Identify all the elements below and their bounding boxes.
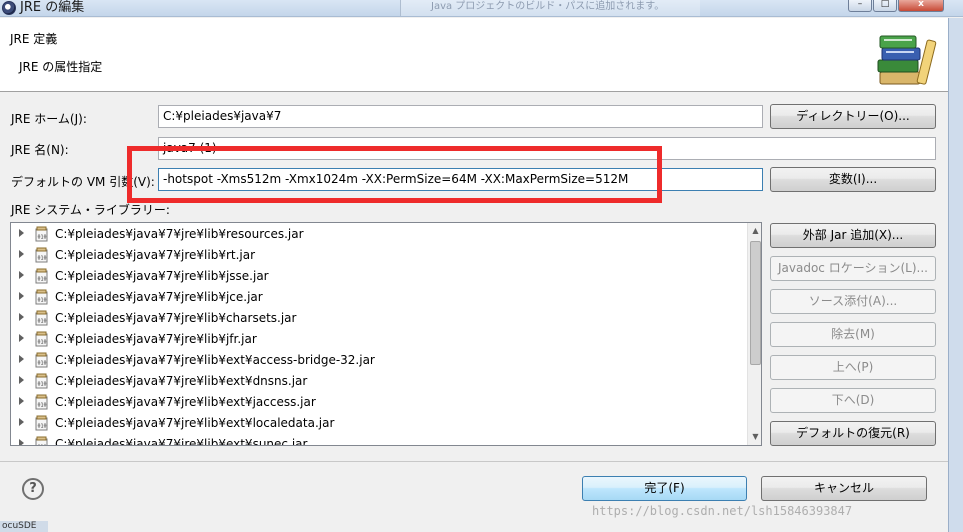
library-row[interactable]: 010 C:¥pleiades¥java¥7¥jre¥lib¥jsse.jar [11, 266, 747, 287]
taskbar-fragment: ocuSDE [0, 521, 48, 532]
title-bar: JRE の編集 Java プロジェクトのビルド・パスに追加されます。 – □ x [0, 0, 963, 17]
svg-text:010: 010 [38, 382, 47, 388]
header-title: JRE 定義 [10, 32, 58, 46]
library-row[interactable]: 010 C:¥pleiades¥java¥7¥jre¥lib¥ext¥access… [11, 350, 747, 371]
expand-arrow-icon[interactable] [19, 439, 24, 445]
library-path: C:¥pleiades¥java¥7¥jre¥lib¥resources.jar [55, 227, 304, 241]
finish-button[interactable]: 完了(F) [582, 476, 747, 501]
close-button[interactable]: x [898, 0, 944, 12]
window-edge [948, 18, 963, 532]
svg-text:010: 010 [38, 361, 47, 367]
library-path: C:¥pleiades¥java¥7¥jre¥lib¥jsse.jar [55, 269, 269, 283]
eclipse-icon [2, 1, 16, 15]
down-button[interactable]: 下へ(D) [770, 388, 936, 413]
jar-file-icon: 010 [34, 415, 50, 431]
jar-file-icon: 010 [34, 226, 50, 242]
watermark: https://blog.csdn.net/lsh15846393847 [592, 504, 853, 518]
jre-name-label: JRE 名(N): [11, 143, 69, 157]
svg-text:010: 010 [38, 403, 47, 409]
library-path: C:¥pleiades¥java¥7¥jre¥lib¥jce.jar [55, 290, 263, 304]
help-icon[interactable]: ? [22, 478, 44, 500]
maximize-button[interactable]: □ [873, 0, 897, 12]
library-row[interactable]: 010 C:¥pleiades¥java¥7¥jre¥lib¥rt.jar [11, 245, 747, 266]
library-row[interactable]: 010 C:¥pleiades¥java¥7¥jre¥lib¥ext¥sunec.… [11, 434, 747, 447]
jar-file-icon: 010 [34, 373, 50, 389]
highlight-box [127, 146, 662, 203]
jar-file-icon: 010 [34, 268, 50, 284]
remove-button[interactable]: 除去(M) [770, 322, 936, 347]
expand-arrow-icon[interactable] [19, 292, 24, 300]
svg-text:010: 010 [38, 277, 47, 283]
library-label: JRE システム・ライブラリー: [11, 203, 170, 217]
expand-arrow-icon[interactable] [19, 376, 24, 384]
scroll-thumb[interactable] [750, 241, 761, 365]
books-icon [877, 35, 937, 85]
svg-text:010: 010 [38, 340, 47, 346]
expand-arrow-icon[interactable] [19, 250, 24, 258]
jre-home-field[interactable]: C:¥pleiades¥java¥7 [158, 105, 763, 128]
library-row[interactable]: 010 C:¥pleiades¥java¥7¥jre¥lib¥jfr.jar [11, 329, 747, 350]
svg-text:010: 010 [38, 256, 47, 262]
library-path: C:¥pleiades¥java¥7¥jre¥lib¥ext¥access-br… [55, 353, 375, 367]
library-row[interactable]: 010 C:¥pleiades¥java¥7¥jre¥lib¥ext¥dnsns.… [11, 371, 747, 392]
jre-home-label: JRE ホーム(J): [11, 112, 87, 126]
library-path: C:¥pleiades¥java¥7¥jre¥lib¥jfr.jar [55, 332, 257, 346]
expand-arrow-icon[interactable] [19, 355, 24, 363]
library-row[interactable]: 010 C:¥pleiades¥java¥7¥jre¥lib¥resources.… [11, 224, 747, 245]
expand-arrow-icon[interactable] [19, 418, 24, 426]
window-title: JRE の編集 [20, 0, 85, 15]
jar-file-icon: 010 [34, 352, 50, 368]
variables-button[interactable]: 変数(I)... [770, 167, 936, 192]
jar-file-icon: 010 [34, 331, 50, 347]
cancel-button[interactable]: キャンセル [761, 476, 927, 501]
library-path: C:¥pleiades¥java¥7¥jre¥lib¥ext¥jaccess.j… [55, 395, 316, 409]
library-path: C:¥pleiades¥java¥7¥jre¥lib¥ext¥dnsns.jar [55, 374, 308, 388]
expand-arrow-icon[interactable] [19, 397, 24, 405]
library-list[interactable]: 010 C:¥pleiades¥java¥7¥jre¥lib¥resources.… [10, 222, 762, 446]
library-path: C:¥pleiades¥java¥7¥jre¥lib¥ext¥sunec.jar [55, 437, 308, 446]
up-button[interactable]: 上へ(P) [770, 355, 936, 380]
svg-text:010: 010 [38, 424, 47, 430]
svg-text:010: 010 [38, 445, 47, 447]
jar-file-icon: 010 [34, 310, 50, 326]
library-row[interactable]: 010 C:¥pleiades¥java¥7¥jre¥lib¥ext¥jacces… [11, 392, 747, 413]
library-row[interactable]: 010 C:¥pleiades¥java¥7¥jre¥lib¥jce.jar [11, 287, 747, 308]
scroll-down-icon[interactable]: ▼ [748, 429, 761, 445]
footer-divider [0, 461, 948, 462]
scroll-up-icon[interactable]: ▲ [748, 223, 761, 239]
source-attachment-button[interactable]: ソース添付(A)... [770, 289, 936, 314]
expand-arrow-icon[interactable] [19, 334, 24, 342]
jar-file-icon: 010 [34, 247, 50, 263]
library-path: C:¥pleiades¥java¥7¥jre¥lib¥ext¥localedat… [55, 416, 335, 430]
jar-file-icon: 010 [34, 436, 50, 447]
svg-text:010: 010 [38, 298, 47, 304]
svg-text:010: 010 [38, 235, 47, 241]
expand-arrow-icon[interactable] [19, 229, 24, 237]
library-row[interactable]: 010 C:¥pleiades¥java¥7¥jre¥lib¥charsets.j… [11, 308, 747, 329]
directory-button[interactable]: ディレクトリー(O)... [770, 104, 936, 129]
add-external-jar-button[interactable]: 外部 Jar 追加(X)... [770, 223, 936, 248]
jar-file-icon: 010 [34, 394, 50, 410]
expand-arrow-icon[interactable] [19, 313, 24, 321]
restore-default-button[interactable]: デフォルトの復元(R) [770, 421, 936, 446]
svg-text:010: 010 [38, 319, 47, 325]
expand-arrow-icon[interactable] [19, 271, 24, 279]
jar-file-icon: 010 [34, 289, 50, 305]
javadoc-location-button[interactable]: Javadoc ロケーション(L)... [770, 256, 936, 281]
library-path: C:¥pleiades¥java¥7¥jre¥lib¥charsets.jar [55, 311, 297, 325]
library-row[interactable]: 010 C:¥pleiades¥java¥7¥jre¥lib¥ext¥locale… [11, 413, 747, 434]
header-subtitle: JRE の属性指定 [19, 60, 103, 74]
minimize-button[interactable]: – [848, 0, 872, 12]
dialog-header: JRE 定義 JRE の属性指定 [0, 18, 948, 92]
background-window-hint: Java プロジェクトのビルド・パスに追加されます。 [400, 0, 700, 16]
library-path: C:¥pleiades¥java¥7¥jre¥lib¥rt.jar [55, 248, 256, 262]
jre-edit-dialog: JRE の編集 Java プロジェクトのビルド・パスに追加されます。 – □ x… [0, 0, 963, 532]
list-scrollbar[interactable]: ▲ ▼ [747, 223, 761, 445]
